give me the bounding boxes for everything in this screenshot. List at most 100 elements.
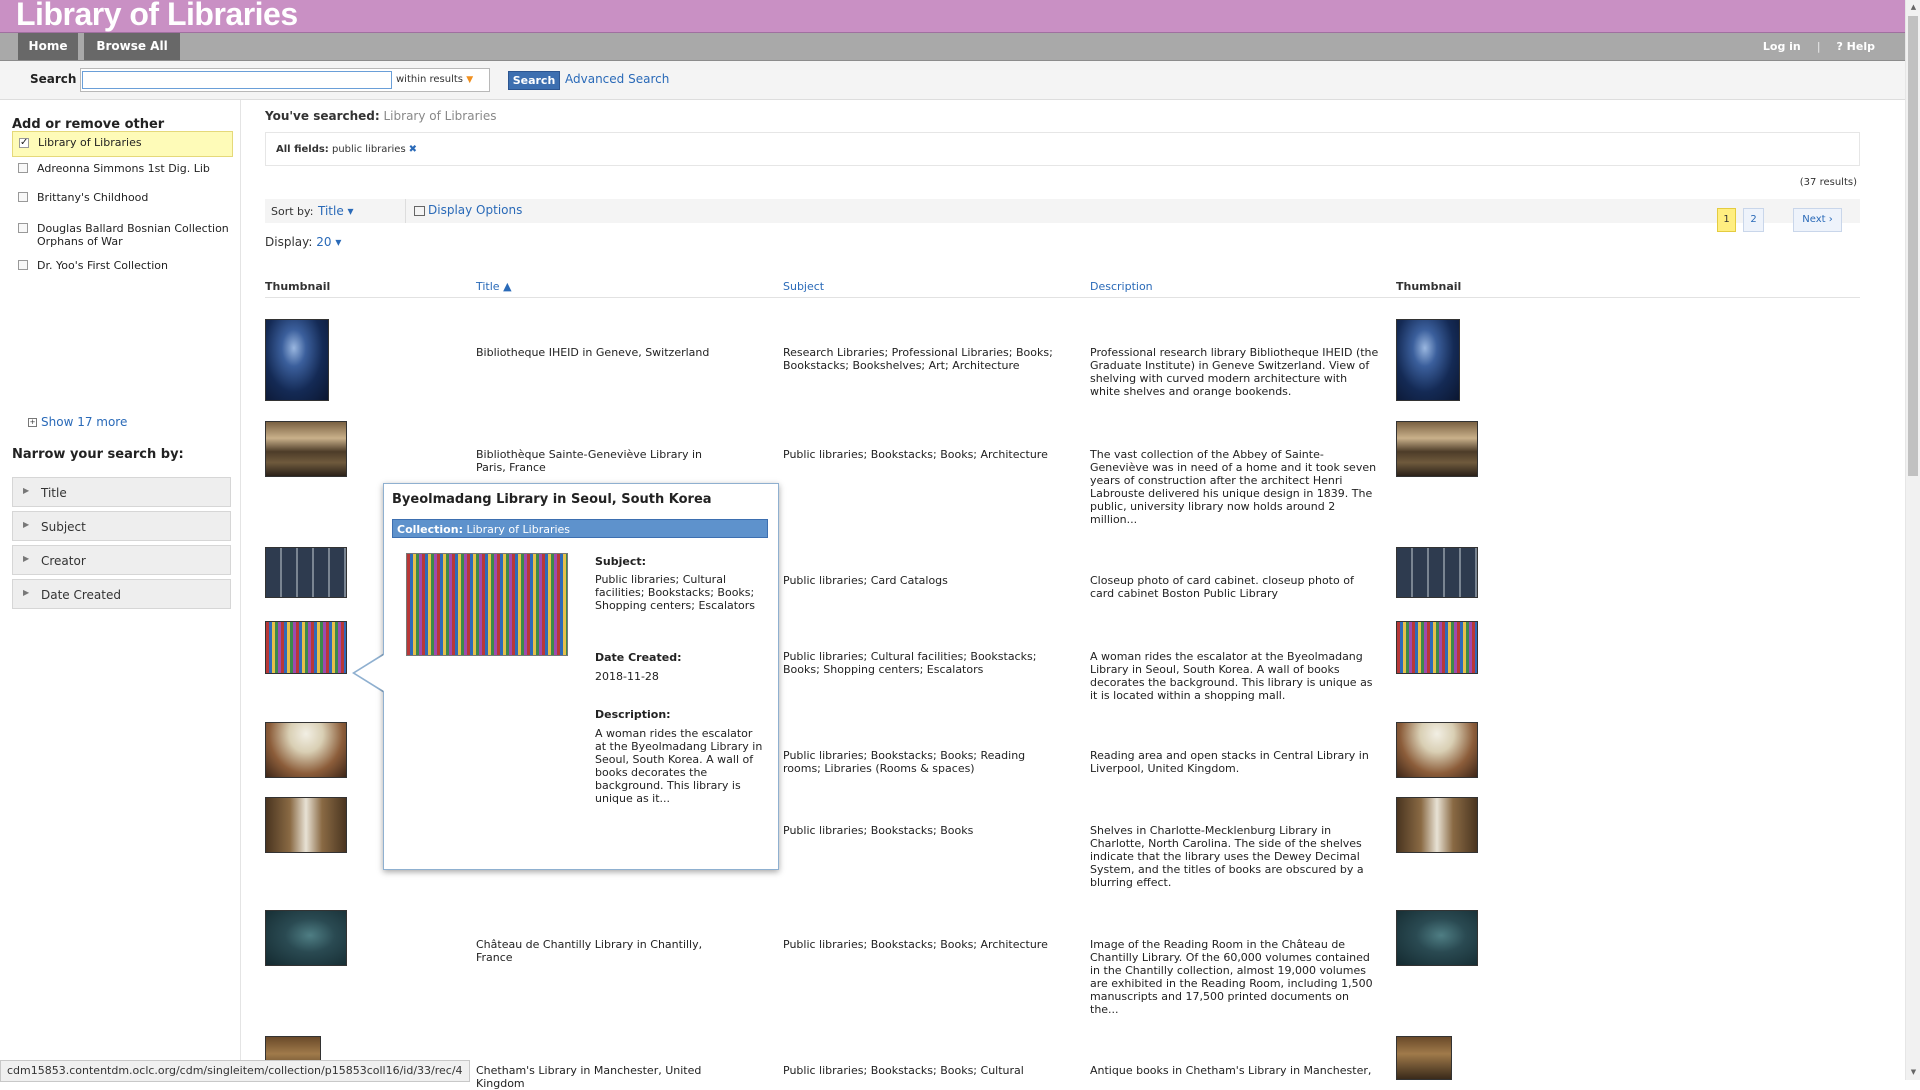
nav-bar: Home Browse All Log in | ? Help — [0, 33, 1905, 61]
collection-item[interactable]: Brittany's Childhood — [12, 190, 231, 208]
thumbnail-image[interactable] — [265, 722, 347, 778]
collection-checkbox[interactable] — [18, 192, 28, 202]
item-preview-popup: Byeolmadang Library in Seoul, South Kore… — [383, 483, 779, 870]
table-row[interactable]: Chetham's Library in Manchester, United … — [265, 1036, 1860, 1090]
collection-checkbox[interactable] — [19, 136, 29, 149]
filter-chip: All fields: public libraries ✖ — [276, 144, 418, 155]
collection-item[interactable]: Douglas Ballard Bosnian Collection Orpha… — [12, 221, 231, 251]
active-filters: All fields: public libraries ✖ — [265, 132, 1860, 166]
result-subject: Public libraries; Bookstacks; Books; Arc… — [783, 448, 1048, 461]
popup-description-label: Description: — [595, 708, 671, 721]
advanced-search-link[interactable]: Advanced Search — [565, 72, 669, 86]
page-1[interactable]: 1 — [1717, 208, 1736, 232]
thumbnail-image[interactable] — [1396, 722, 1478, 778]
thumbnail-image[interactable] — [265, 797, 347, 853]
result-title[interactable]: Château de Chantilly Library in Chantill… — [476, 938, 726, 964]
show-more-collections[interactable]: + Show 17 more — [28, 415, 127, 429]
popup-title: Byeolmadang Library in Seoul, South Kore… — [392, 492, 712, 507]
search-label: Search — [30, 72, 77, 86]
thumbnail-image[interactable] — [265, 319, 329, 401]
column-description[interactable]: Description — [1090, 280, 1153, 293]
facet-title[interactable]: ▶ Title — [12, 477, 231, 507]
page-scrollbar[interactable]: ▲ ▼ — [1905, 0, 1920, 1080]
help-link[interactable]: ? Help — [1836, 40, 1875, 53]
collection-checkbox[interactable] — [18, 163, 28, 173]
show-more-link[interactable]: Show 17 more — [41, 415, 127, 429]
table-row[interactable]: Château de Chantilly Library in Chantill… — [265, 910, 1860, 1020]
scroll-up-icon[interactable]: ▲ — [1906, 0, 1920, 15]
page-2[interactable]: 2 — [1743, 208, 1764, 232]
narrow-heading: Narrow your search by: — [12, 447, 184, 462]
facet-subject[interactable]: ▶ Subject — [12, 511, 231, 541]
you-searched: You've searched: Library of Libraries — [265, 109, 496, 123]
next-page-button[interactable]: Next › — [1793, 208, 1842, 232]
column-title[interactable]: Title ▲ — [476, 280, 512, 293]
thumbnail-image[interactable] — [1396, 621, 1478, 674]
popup-thumbnail — [406, 553, 568, 656]
scrollbar-thumb[interactable] — [1908, 16, 1918, 476]
collection-item[interactable]: Adreonna Simmons 1st Dig. Lib — [12, 161, 231, 179]
site-header: Library of Libraries — [0, 0, 1905, 33]
login-link[interactable]: Log in — [1763, 40, 1801, 53]
collection-item[interactable]: Dr. Yoo's First Collection — [12, 258, 231, 276]
popup-pointer-inner — [355, 655, 384, 691]
status-url: cdm15853.contentdm.oclc.org/cdm/singleit… — [0, 1060, 470, 1082]
remove-filter-icon[interactable]: ✖ — [409, 144, 417, 155]
thumbnail-image[interactable] — [265, 421, 347, 477]
column-thumbnail: Thumbnail — [265, 280, 331, 293]
thumbnail-image[interactable] — [1396, 910, 1478, 966]
thumbnail-image[interactable] — [1396, 421, 1478, 477]
thumbnail-image[interactable] — [265, 621, 347, 674]
sidebar: Add or remove other collections to your … — [0, 100, 241, 1080]
nav-right: Log in | ? Help — [1751, 33, 1875, 60]
you-searched-value: Library of Libraries — [383, 109, 497, 123]
header-divider — [265, 297, 1860, 298]
thumbnail-image[interactable] — [1396, 319, 1460, 401]
column-subject[interactable]: Subject — [783, 280, 824, 293]
column-thumbnail-2: Thumbnail — [1396, 280, 1462, 293]
sort-select[interactable]: Title ▾ — [318, 204, 354, 218]
facet-creator[interactable]: ▶ Creator — [12, 545, 231, 575]
result-title[interactable]: Bibliotheque IHEID in Geneve, Switzerlan… — [476, 346, 726, 359]
search-input[interactable] — [82, 71, 392, 89]
thumbnail-image[interactable] — [1396, 547, 1478, 598]
result-count: (37 results) — [1799, 177, 1857, 188]
nav-browse-all[interactable]: Browse All — [84, 33, 180, 60]
search-button[interactable]: Search — [508, 71, 560, 90]
scroll-down-icon[interactable]: ▼ — [1906, 1065, 1920, 1080]
search-scope-select[interactable]: within results ▼ — [396, 74, 473, 85]
popup-date-value: 2018-11-28 — [595, 670, 659, 683]
result-title[interactable]: Chetham's Library in Manchester, United … — [476, 1064, 726, 1090]
collection-checkbox[interactable] — [18, 260, 28, 270]
result-description: Shelves in Charlotte-Mecklenburg Library… — [1090, 824, 1364, 889]
collection-label: Dr. Yoo's First Collection — [37, 259, 169, 272]
collection-label: Adreonna Simmons 1st Dig. Lib — [37, 162, 210, 175]
result-description: Professional research library Bibliotheq… — [1090, 346, 1379, 398]
popup-description-value: A woman rides the escalator at the Byeol… — [595, 727, 763, 805]
display-options-button[interactable]: Display Options — [405, 199, 522, 223]
nav-home[interactable]: Home — [18, 33, 78, 60]
site-title[interactable]: Library of Libraries — [16, 0, 298, 32]
thumbnail-image[interactable] — [265, 910, 347, 966]
popup-collection-bar: Collection: Library of Libraries — [392, 519, 768, 538]
caret-right-icon: ▶ — [23, 588, 30, 597]
display-options-icon — [414, 205, 425, 216]
search-box: within results ▼ — [80, 68, 490, 92]
result-subject: Research Libraries; Professional Librari… — [783, 346, 1053, 372]
collection-item[interactable]: Library of Libraries — [12, 131, 233, 157]
facet-date-created[interactable]: ▶ Date Created — [12, 579, 231, 609]
result-subject: Public libraries; Cultural facilities; B… — [783, 650, 1037, 676]
collection-checkbox[interactable] — [18, 223, 28, 233]
result-title[interactable]: Bibliothèque Sainte-Geneviève Library in… — [476, 448, 726, 474]
collection-label: Douglas Ballard Bosnian Collection Orpha… — [37, 222, 229, 248]
thumbnail-image[interactable] — [1396, 1036, 1452, 1080]
result-subject: Public libraries; Bookstacks; Books; Cul… — [783, 1064, 1024, 1077]
table-row[interactable]: Bibliotheque IHEID in Geneve, Switzerlan… — [265, 319, 1860, 401]
thumbnail-image[interactable] — [265, 547, 347, 598]
display-count: Display: 20 ▾ — [265, 235, 342, 249]
chevron-down-icon: ▼ — [466, 75, 474, 85]
nav-separator: | — [1816, 40, 1821, 53]
thumbnail-image[interactable] — [1396, 797, 1478, 853]
caret-right-icon: ▶ — [23, 554, 30, 563]
display-count-select[interactable]: 20 ▾ — [316, 235, 341, 249]
